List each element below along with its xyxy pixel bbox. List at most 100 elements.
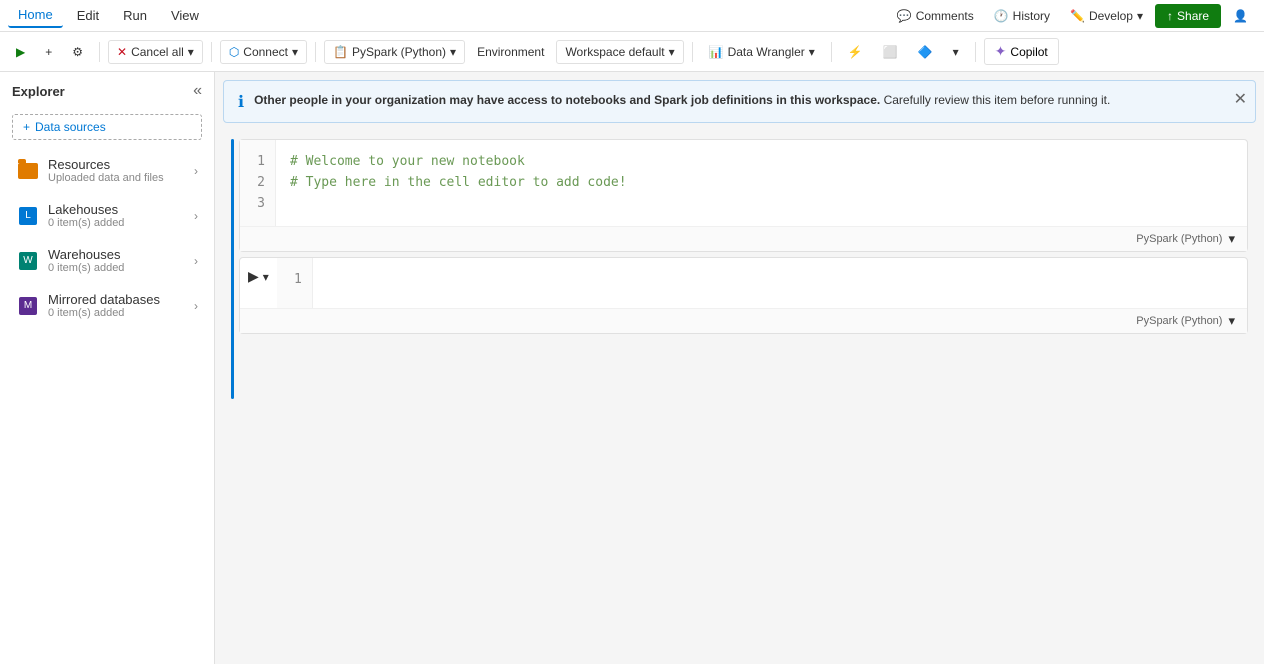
resources-label: Resources — [48, 157, 194, 172]
copilot-icon: ✦ — [995, 43, 1007, 60]
code-line-2: # Type here in the cell editor to add co… — [290, 173, 1233, 194]
run-cell-button[interactable]: ▶ — [248, 268, 259, 285]
line-numbers-1: 1 2 3 — [240, 140, 276, 226]
chevron-down-icon: ▾ — [669, 45, 675, 59]
develop-icon: ✏️ — [1070, 9, 1085, 23]
info-bold-text: Other people in your organization may ha… — [254, 93, 880, 107]
toolbar-btn-3[interactable]: 🔷 — [910, 41, 941, 63]
warehouse-icon: W — [16, 249, 40, 273]
cancel-all-button[interactable]: ✕ Cancel all ▾ — [108, 40, 203, 64]
spark-icon: 📋 — [333, 45, 348, 59]
code-line-1: # Welcome to your new notebook — [290, 152, 1233, 173]
info-banner: ℹ Other people in your organization may … — [223, 80, 1256, 123]
code-cell-1[interactable]: 1 2 3 # Welcome to your new notebook # T… — [239, 139, 1248, 252]
chevron-right-icon: › — [194, 164, 198, 178]
run-button[interactable]: ▶ — [8, 41, 33, 63]
chevron-right-icon: › — [194, 209, 198, 223]
separator-5 — [831, 42, 832, 62]
user-icon[interactable]: 👤 — [1225, 5, 1256, 27]
toolbar: ▶ + ⚙ ✕ Cancel all ▾ ⬡ Connect ▾ 📋 PySpa… — [0, 32, 1264, 72]
add-datasource-button[interactable]: + Data sources — [12, 114, 202, 140]
settings-button[interactable]: ⚙ — [64, 41, 91, 63]
code-line-3 — [290, 194, 1233, 215]
data-wrangler-button[interactable]: 📊 Data Wrangler ▾ — [701, 41, 823, 63]
comments-button[interactable]: 💬 Comments — [889, 5, 982, 27]
explorer-title: Explorer — [12, 84, 65, 99]
sidebar-header: Explorer « — [0, 72, 214, 110]
add-cell-button[interactable]: + — [37, 41, 60, 63]
history-icon: 🕐 — [994, 9, 1009, 23]
code-cell-2[interactable]: ▶ ▾ 1 PySpark (Python) ▾ — [239, 257, 1248, 334]
separator-1 — [99, 42, 100, 62]
cell-footer-1: PySpark (Python) ▾ — [240, 226, 1247, 251]
lakehouses-label: Lakehouses — [48, 202, 194, 217]
cell-footer-2: PySpark (Python) ▾ — [240, 308, 1247, 333]
run-icon: ▶ — [16, 45, 25, 59]
separator-2 — [211, 42, 212, 62]
sidebar-item-mirrored[interactable]: M Mirrored databases 0 item(s) added › — [4, 284, 210, 327]
connect-button[interactable]: ⬡ Connect ▾ — [220, 40, 307, 64]
connect-icon: ⬡ — [229, 45, 239, 59]
menu-home[interactable]: Home — [8, 3, 63, 28]
menu-edit[interactable]: Edit — [67, 4, 109, 27]
mirrored-label: Mirrored databases — [48, 292, 194, 307]
expand-cell-button[interactable]: ▾ — [263, 270, 269, 284]
cell-lang-2: PySpark (Python) — [1136, 315, 1222, 327]
menu-run[interactable]: Run — [113, 4, 157, 27]
cell-controls-2: ▶ ▾ — [240, 258, 277, 295]
toolbar-btn-2[interactable]: ⬜ — [875, 41, 906, 63]
sidebar-item-lakehouses[interactable]: L Lakehouses 0 item(s) added › — [4, 194, 210, 237]
sidebar: Explorer « + Data sources Resources Uplo… — [0, 72, 215, 664]
info-regular-text: Carefully review this item before runnin… — [884, 93, 1111, 107]
content-area: ℹ Other people in your organization may … — [215, 72, 1264, 664]
info-text: Other people in your organization may ha… — [254, 91, 1241, 109]
cell-lang-1: PySpark (Python) — [1136, 233, 1222, 245]
share-button[interactable]: ↑ Share — [1155, 4, 1221, 28]
gear-icon: ⚙ — [72, 45, 83, 59]
menu-bar: Home Edit Run View 💬 Comments 🕐 History … — [0, 0, 1264, 32]
cell-code-2[interactable] — [313, 258, 1247, 308]
workspace-dropdown[interactable]: Workspace default ▾ — [556, 40, 683, 64]
data-wrangler-icon: 📊 — [709, 45, 724, 59]
resources-sublabel: Uploaded data and files — [48, 172, 194, 184]
sidebar-item-warehouses[interactable]: W Warehouses 0 item(s) added › — [4, 239, 210, 282]
plus-icon: + — [23, 120, 30, 134]
add-icon: + — [45, 45, 52, 59]
warehouses-label: Warehouses — [48, 247, 194, 262]
notebook-area: 1 2 3 # Welcome to your new notebook # T… — [215, 131, 1264, 664]
chevron-down-icon: ▾ — [450, 45, 456, 59]
cell-empty-content-2: ▶ ▾ 1 — [240, 258, 1247, 308]
sidebar-item-resources[interactable]: Resources Uploaded data and files › — [4, 149, 210, 192]
share-icon: ↑ — [1167, 9, 1173, 23]
toolbar-btn-1[interactable]: ⚡ — [840, 41, 871, 63]
mirrored-sublabel: 0 item(s) added — [48, 307, 194, 319]
separator-3 — [315, 42, 316, 62]
folder-icon — [16, 159, 40, 183]
chevron-down-icon: ▾ — [292, 45, 298, 59]
lakehouses-sublabel: 0 item(s) added — [48, 217, 194, 229]
chevron-down-icon[interactable]: ▾ — [1228, 231, 1235, 247]
info-close-button[interactable]: ✕ — [1234, 89, 1247, 109]
spark-dropdown[interactable]: 📋 PySpark (Python) ▾ — [324, 40, 465, 64]
cell-code-1[interactable]: # Welcome to your new notebook # Type he… — [276, 140, 1247, 226]
copilot-button[interactable]: ✦ Copilot — [984, 38, 1059, 65]
warehouses-sublabel: 0 item(s) added — [48, 262, 194, 274]
develop-button[interactable]: ✏️ Develop ▾ — [1062, 5, 1151, 27]
comment-icon: 💬 — [897, 9, 912, 23]
chevron-right-icon: › — [194, 254, 198, 268]
environment-button[interactable]: Environment — [469, 41, 552, 63]
info-icon: ℹ — [238, 92, 244, 112]
chevron-down-icon: ▾ — [1137, 9, 1143, 23]
sidebar-collapse-button[interactable]: « — [193, 82, 202, 100]
history-button[interactable]: 🕐 History — [986, 5, 1058, 27]
line-numbers-2: 1 — [277, 258, 313, 308]
mirrored-icon: M — [16, 294, 40, 318]
separator-4 — [692, 42, 693, 62]
toolbar-more-button[interactable]: ▾ — [945, 41, 967, 63]
separator-6 — [975, 42, 976, 62]
main-layout: Explorer « + Data sources Resources Uplo… — [0, 72, 1264, 664]
cell-content-1: 1 2 3 # Welcome to your new notebook # T… — [240, 140, 1247, 226]
chevron-down-icon[interactable]: ▾ — [1228, 313, 1235, 329]
menu-view[interactable]: View — [161, 4, 209, 27]
chevron-down-icon: ▾ — [953, 45, 959, 59]
